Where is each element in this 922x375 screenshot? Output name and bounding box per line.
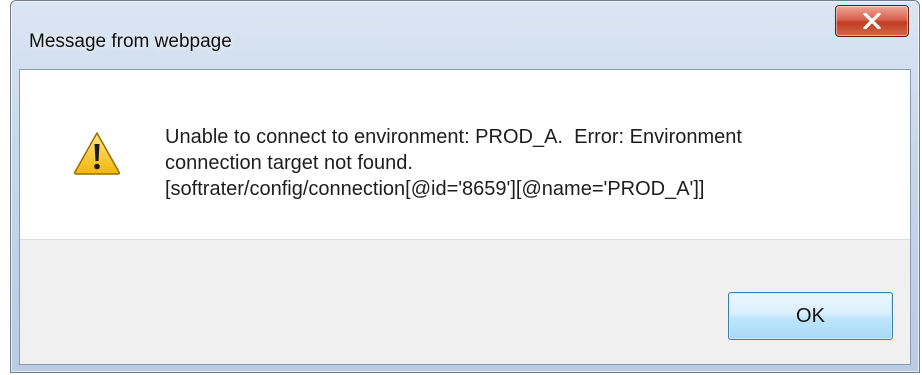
message-area: Unable to connect to environment: PROD_A… xyxy=(20,70,910,239)
button-bar: OK xyxy=(20,239,910,364)
message-dialog: Message from webpage Unable to connect t… xyxy=(10,0,920,373)
background-strip xyxy=(0,0,10,375)
message-line-2: connection target not found. xyxy=(165,152,413,174)
message-text: Unable to connect to environment: PROD_A… xyxy=(165,124,742,202)
dialog-client-area: Unable to connect to environment: PROD_A… xyxy=(19,69,911,365)
message-line-1: Unable to connect to environment: PROD_A… xyxy=(165,126,742,148)
message-line-3: [softrater/config/connection[@id='8659']… xyxy=(165,178,705,200)
ok-button[interactable]: OK xyxy=(728,292,893,340)
warning-icon xyxy=(73,132,121,175)
close-button[interactable] xyxy=(835,5,909,37)
close-icon xyxy=(863,13,881,29)
dialog-title: Message from webpage xyxy=(29,31,232,52)
dialog-titlebar[interactable]: Message from webpage xyxy=(11,1,919,69)
